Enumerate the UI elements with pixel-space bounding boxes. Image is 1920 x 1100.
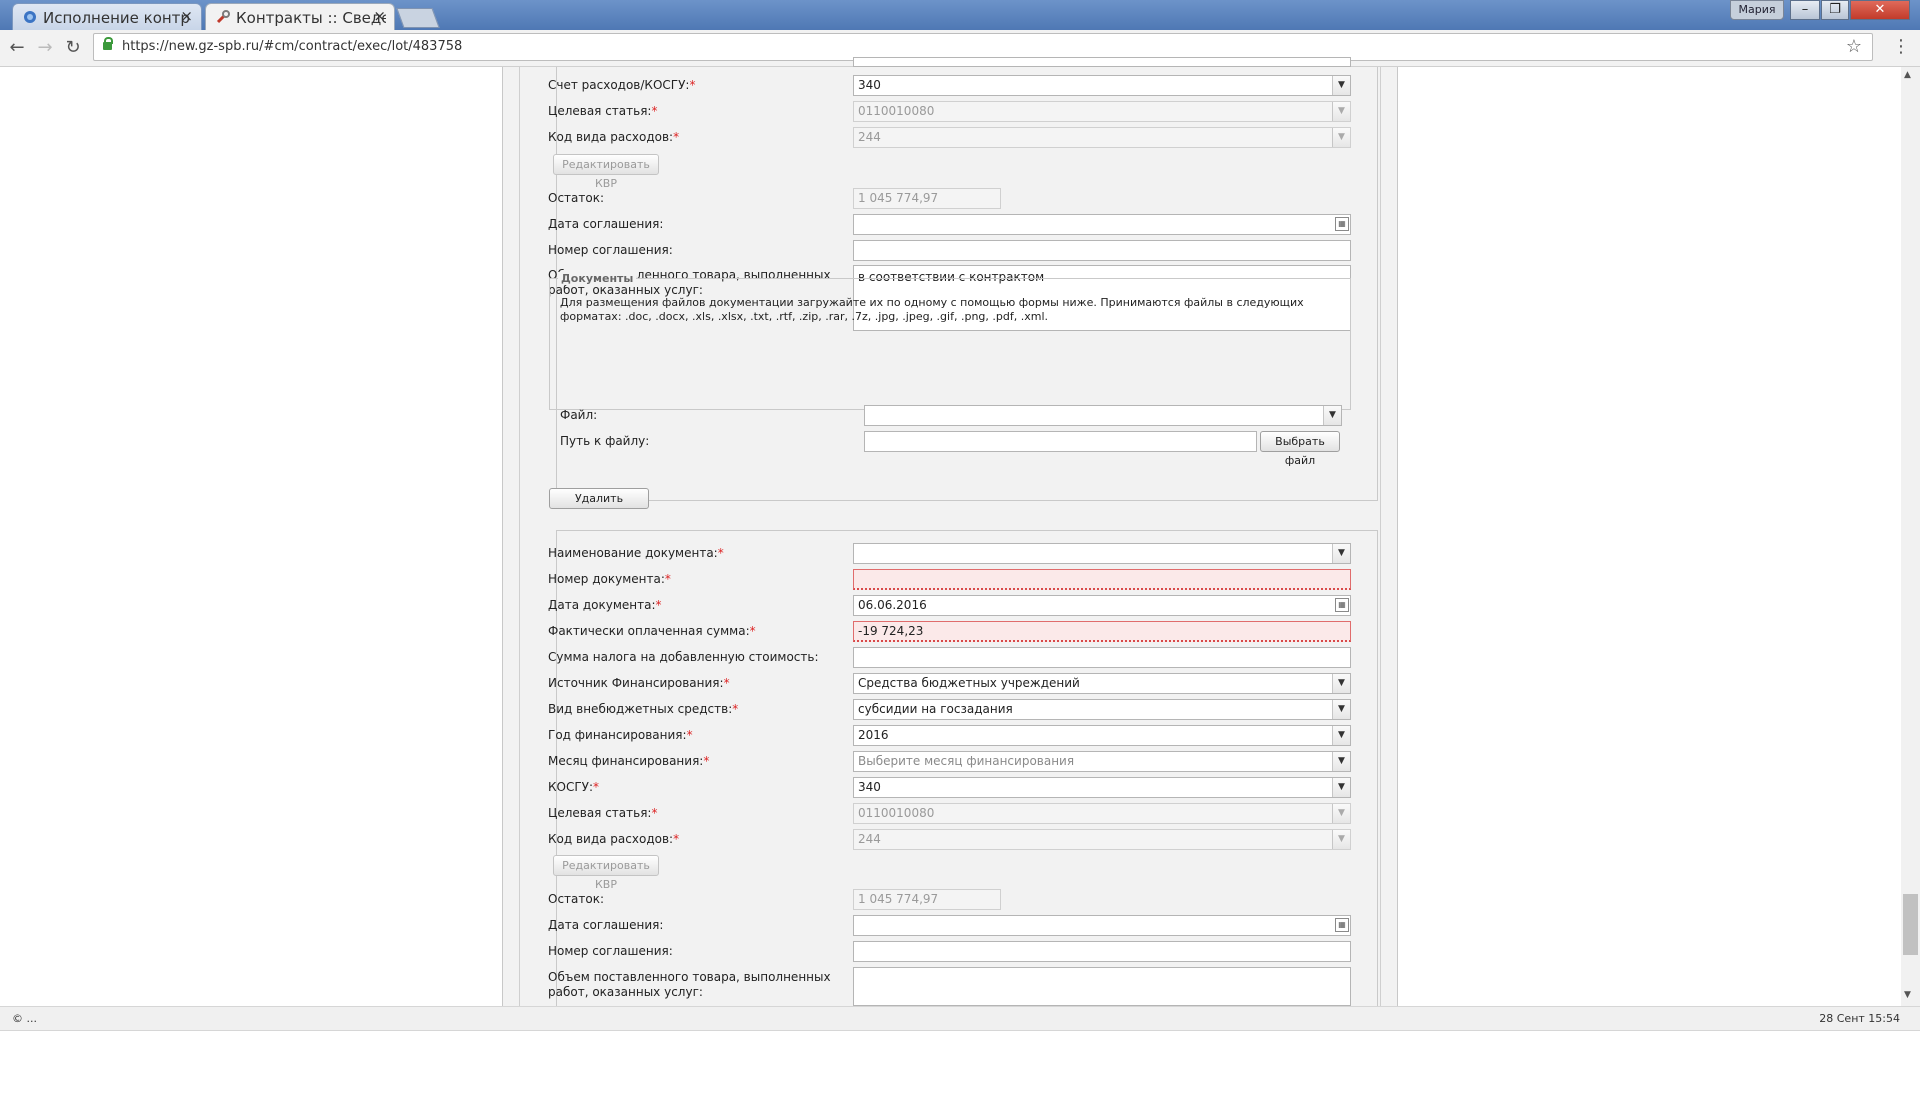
file-path-label: Путь к файлу: bbox=[560, 434, 650, 448]
agreement-date-field[interactable]: ▦ bbox=[853, 214, 1351, 235]
forward-arrow-icon[interactable]: → bbox=[34, 37, 56, 59]
remainder-field-2: 1 045 774,97 bbox=[853, 889, 1001, 910]
status-datetime: 28 Сент 15:54 bbox=[1819, 1012, 1900, 1025]
extrabudget-label: Вид внебюджетных средств:* bbox=[548, 702, 739, 716]
bookmark-star-icon[interactable]: ☆ bbox=[1846, 36, 1862, 57]
kosgu-label: КОСГУ:* bbox=[548, 780, 600, 794]
chevron-down-icon[interactable]: ▼ bbox=[1332, 700, 1350, 719]
volume-label-2: Объем поставленного товара, выполненных … bbox=[548, 970, 831, 999]
doc-number-input[interactable] bbox=[853, 569, 1351, 590]
agreement-date-label: Дата соглашения: bbox=[548, 217, 664, 231]
target-article-select-2: 0110010080 ▼ bbox=[853, 803, 1351, 824]
agreement-date-field-2[interactable]: ▦ bbox=[853, 915, 1351, 936]
choose-file-button[interactable]: Выбрать файл bbox=[1260, 431, 1340, 467]
scroll-down-arrow-icon[interactable]: ▼ bbox=[1904, 990, 1911, 1000]
expense-code-select: 244 ▼ bbox=[853, 127, 1351, 148]
tab-title: Контракты :: Сведе bbox=[236, 9, 386, 27]
url-text: https://new.gz-spb.ru/#cm/contract/exec/… bbox=[122, 39, 463, 54]
reload-icon[interactable]: ↻ bbox=[62, 37, 84, 59]
edit-kvr-button[interactable]: Редактировать КВР bbox=[553, 154, 659, 190]
doc-date-label: Дата документа:* bbox=[548, 598, 662, 612]
profile-button[interactable]: Мария bbox=[1730, 0, 1784, 20]
agreement-number-field-2[interactable] bbox=[853, 941, 1351, 962]
documents-info-text: Для размещения файлов документации загру… bbox=[560, 296, 1304, 323]
browser-tabbar: Исполнение контр × Контракты :: Сведе × … bbox=[0, 0, 1920, 30]
documents-legend: Документы bbox=[558, 272, 637, 285]
tools-icon bbox=[216, 10, 230, 24]
status-bar: © ... 28 Сент 15:54 bbox=[0, 1006, 1920, 1031]
scroll-up-arrow-icon[interactable]: ▲ bbox=[1904, 70, 1911, 80]
chevron-down-icon[interactable]: ▼ bbox=[1332, 778, 1350, 797]
globe-icon bbox=[23, 10, 37, 24]
chevron-down-icon[interactable]: ▼ bbox=[1332, 76, 1350, 95]
chevron-down-icon: ▼ bbox=[1332, 830, 1350, 849]
calendar-icon[interactable]: ▦ bbox=[1335, 598, 1349, 612]
close-window-button[interactable]: ✕ bbox=[1850, 0, 1910, 20]
expense-code-label-2: Код вида расходов:* bbox=[548, 832, 680, 846]
remainder-label: Остаток: bbox=[548, 191, 605, 205]
tab-title: Исполнение контр bbox=[43, 9, 190, 27]
chevron-down-icon: ▼ bbox=[1332, 128, 1350, 147]
target-article-label: Целевая статья:* bbox=[548, 104, 658, 118]
lock-icon bbox=[103, 37, 113, 50]
calendar-icon[interactable]: ▦ bbox=[1335, 217, 1349, 231]
expense-code-label: Код вида расходов:* bbox=[548, 130, 680, 144]
chevron-down-icon[interactable]: ▼ bbox=[1323, 406, 1341, 425]
chevron-down-icon[interactable]: ▼ bbox=[1332, 544, 1350, 563]
remainder-label-2: Остаток: bbox=[548, 892, 605, 906]
file-select[interactable]: ▼ bbox=[864, 405, 1342, 426]
status-copyright: © ... bbox=[12, 1012, 37, 1025]
agreement-number-field[interactable] bbox=[853, 240, 1351, 261]
funding-source-select[interactable]: Средства бюджетных учреждений ▼ bbox=[853, 673, 1351, 694]
agreement-number-label-2: Номер соглашения: bbox=[548, 944, 673, 958]
volume-textarea-2[interactable] bbox=[853, 967, 1351, 1006]
page-scrollbar[interactable] bbox=[1901, 67, 1920, 1006]
edit-kvr-button-2[interactable]: Редактировать КВР bbox=[553, 855, 659, 891]
close-tab-icon[interactable]: × bbox=[373, 7, 386, 25]
agreement-number-label: Номер соглашения: bbox=[548, 243, 673, 257]
chevron-down-icon[interactable]: ▼ bbox=[1332, 752, 1350, 771]
tab-contracts[interactable]: Контракты :: Сведе × bbox=[205, 3, 395, 30]
chevron-down-icon[interactable]: ▼ bbox=[1332, 726, 1350, 745]
doc-number-label: Номер документа:* bbox=[548, 572, 671, 586]
funding-month-label: Месяц финансирования:* bbox=[548, 754, 710, 768]
tab-contract-execution[interactable]: Исполнение контр × bbox=[12, 3, 202, 30]
doc-name-select[interactable]: ▼ bbox=[853, 543, 1351, 564]
funding-year-select[interactable]: 2016 ▼ bbox=[853, 725, 1351, 746]
delete-button[interactable]: Удалить bbox=[549, 488, 649, 509]
paid-sum-label: Фактически оплаченная сумма:* bbox=[548, 624, 756, 638]
paid-sum-input[interactable]: -19 724,23 bbox=[853, 621, 1351, 642]
agreement-date-label-2: Дата соглашения: bbox=[548, 918, 664, 932]
new-tab-button[interactable] bbox=[396, 8, 440, 28]
target-article-label-2: Целевая статья:* bbox=[548, 806, 658, 820]
maximize-button[interactable]: ❐ bbox=[1821, 0, 1849, 20]
target-article-select: 0110010080 ▼ bbox=[853, 101, 1351, 122]
close-tab-icon[interactable]: × bbox=[180, 7, 193, 25]
extrabudget-select[interactable]: субсидии на госзадания ▼ bbox=[853, 699, 1351, 720]
scrollbar-thumb[interactable] bbox=[1903, 894, 1918, 955]
kosgu-select[interactable]: 340 ▼ bbox=[853, 777, 1351, 798]
clipped-field bbox=[853, 57, 1351, 67]
vat-input[interactable] bbox=[853, 647, 1351, 668]
chevron-down-icon: ▼ bbox=[1332, 804, 1350, 823]
back-arrow-icon[interactable]: ← bbox=[6, 37, 28, 59]
menu-icon[interactable]: ⋮ bbox=[1892, 36, 1910, 57]
doc-date-field[interactable]: 06.06.2016 ▦ bbox=[853, 595, 1351, 616]
expense-code-select-2: 244 ▼ bbox=[853, 829, 1351, 850]
account-label: Счет расходов/КОСГУ:* bbox=[548, 78, 696, 92]
minimize-button[interactable]: – bbox=[1790, 0, 1820, 20]
chevron-down-icon[interactable]: ▼ bbox=[1332, 674, 1350, 693]
account-select[interactable]: 340 ▼ bbox=[853, 75, 1351, 96]
calendar-icon[interactable]: ▦ bbox=[1335, 918, 1349, 932]
file-label: Файл: bbox=[560, 408, 598, 422]
funding-year-label: Год финансирования:* bbox=[548, 728, 693, 742]
remainder-field: 1 045 774,97 bbox=[853, 188, 1001, 209]
doc-name-label: Наименование документа:* bbox=[548, 546, 724, 560]
vat-label: Сумма налога на добавленную стоимость: bbox=[548, 650, 819, 664]
file-path-input[interactable] bbox=[864, 431, 1257, 452]
funding-month-select[interactable]: Выберите месяц финансирования ▼ bbox=[853, 751, 1351, 772]
chevron-down-icon: ▼ bbox=[1332, 102, 1350, 121]
funding-source-label: Источник Финансирования:* bbox=[548, 676, 730, 690]
